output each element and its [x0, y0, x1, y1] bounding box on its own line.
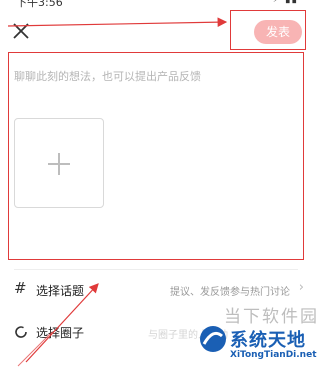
- watermark-sub-text: XiTongTianDi.net: [230, 350, 317, 360]
- watermark-logo-icon: [200, 326, 226, 352]
- select-topic-label: 选择话题: [36, 284, 85, 298]
- watermark-main-text: 系统天地: [230, 330, 306, 351]
- watermark: 当下软件园 系统天地 XiTongTianDi.net: [196, 296, 317, 368]
- status-bar: 下午3:56 ⚡ ▮▮: [0, 0, 312, 10]
- hash-icon: #: [14, 279, 27, 297]
- compose-input[interactable]: 聊聊此刻的想法，也可以提出产品反馈: [14, 68, 201, 84]
- status-time: 下午3:56: [16, 0, 63, 9]
- status-icons: ⚡ ▮▮: [273, 0, 298, 5]
- chevron-right-icon: ›: [298, 280, 304, 295]
- select-circle-label: 选择圈子: [36, 326, 85, 340]
- circle-icon: [14, 324, 28, 338]
- plus-icon: [48, 153, 70, 175]
- watermark-top-text: 当下软件园: [224, 307, 319, 327]
- add-image-button[interactable]: [14, 118, 104, 208]
- publish-button[interactable]: 发表: [254, 20, 302, 44]
- close-icon[interactable]: [12, 22, 30, 40]
- divider: [14, 269, 298, 270]
